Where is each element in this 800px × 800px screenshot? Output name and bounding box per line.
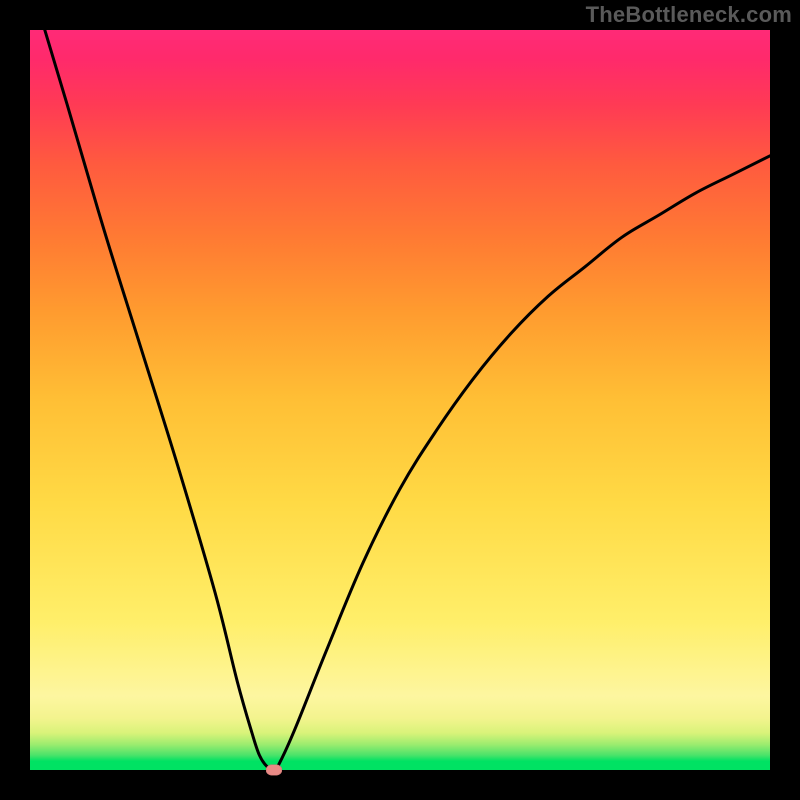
chart-frame: TheBottleneck.com [0,0,800,800]
bottleneck-curve [30,30,770,770]
plot-area [30,30,770,770]
watermark-text: TheBottleneck.com [586,2,792,28]
optimum-marker [266,765,282,776]
